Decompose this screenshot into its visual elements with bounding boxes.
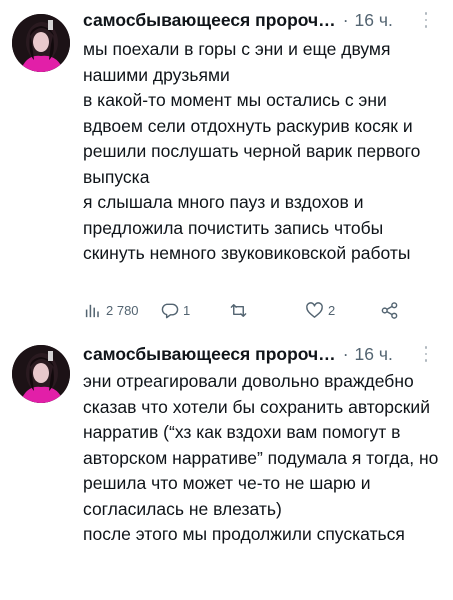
repost-icon — [230, 303, 247, 317]
share-button[interactable] — [380, 298, 399, 322]
post-text: мы поехали в горы с эни и еще двумя наши… — [83, 37, 443, 267]
like-count: 2 — [328, 302, 336, 318]
repost-button[interactable] — [229, 298, 252, 322]
post[interactable]: самосбывающееся пророч… · 16 ч. мы поеха… — [0, 0, 453, 335]
author-name[interactable]: самосбывающееся пророч… — [83, 342, 336, 366]
avatar[interactable] — [12, 14, 70, 72]
action-bar: 2 780 1 2 — [83, 298, 441, 322]
like-icon — [306, 301, 323, 318]
post-header: самосбывающееся пророч… · 16 ч. — [83, 342, 441, 366]
more-icon[interactable] — [419, 12, 433, 28]
post-line: мы поехали в горы с эни и еще двумя наши… — [83, 39, 391, 85]
author-name[interactable]: самосбывающееся пророч… — [83, 8, 336, 32]
timestamp[interactable]: 16 ч. — [355, 8, 393, 32]
views-button[interactable]: 2 780 — [83, 298, 139, 322]
more-icon[interactable] — [419, 346, 433, 362]
like-button[interactable]: 2 — [305, 298, 335, 322]
reply-count: 1 — [183, 302, 191, 318]
separator: · — [342, 344, 349, 364]
reply-button[interactable]: 1 — [160, 298, 190, 322]
post-header: самосбывающееся пророч… · 16 ч. — [83, 8, 441, 32]
avatar[interactable] — [12, 345, 70, 403]
post-line: я слышала много пауз и вздохов и предлож… — [83, 192, 411, 263]
views-count: 2 780 — [106, 302, 139, 318]
reply-icon — [161, 303, 179, 318]
separator: · — [342, 10, 349, 30]
post-line: в какой-то момент мы остались с эни вдво… — [83, 90, 421, 187]
views-icon — [85, 304, 99, 317]
post-line: эни отреагировали довольно враждебно ска… — [83, 371, 439, 519]
post[interactable]: самосбывающееся пророч… · 16 ч. эни отре… — [0, 335, 453, 600]
post-line: после этого мы продолжили спускаться — [83, 524, 405, 544]
timestamp[interactable]: 16 ч. — [355, 342, 393, 366]
share-icon — [381, 301, 398, 319]
post-text: эни отреагировали довольно враждебно ска… — [83, 369, 443, 548]
